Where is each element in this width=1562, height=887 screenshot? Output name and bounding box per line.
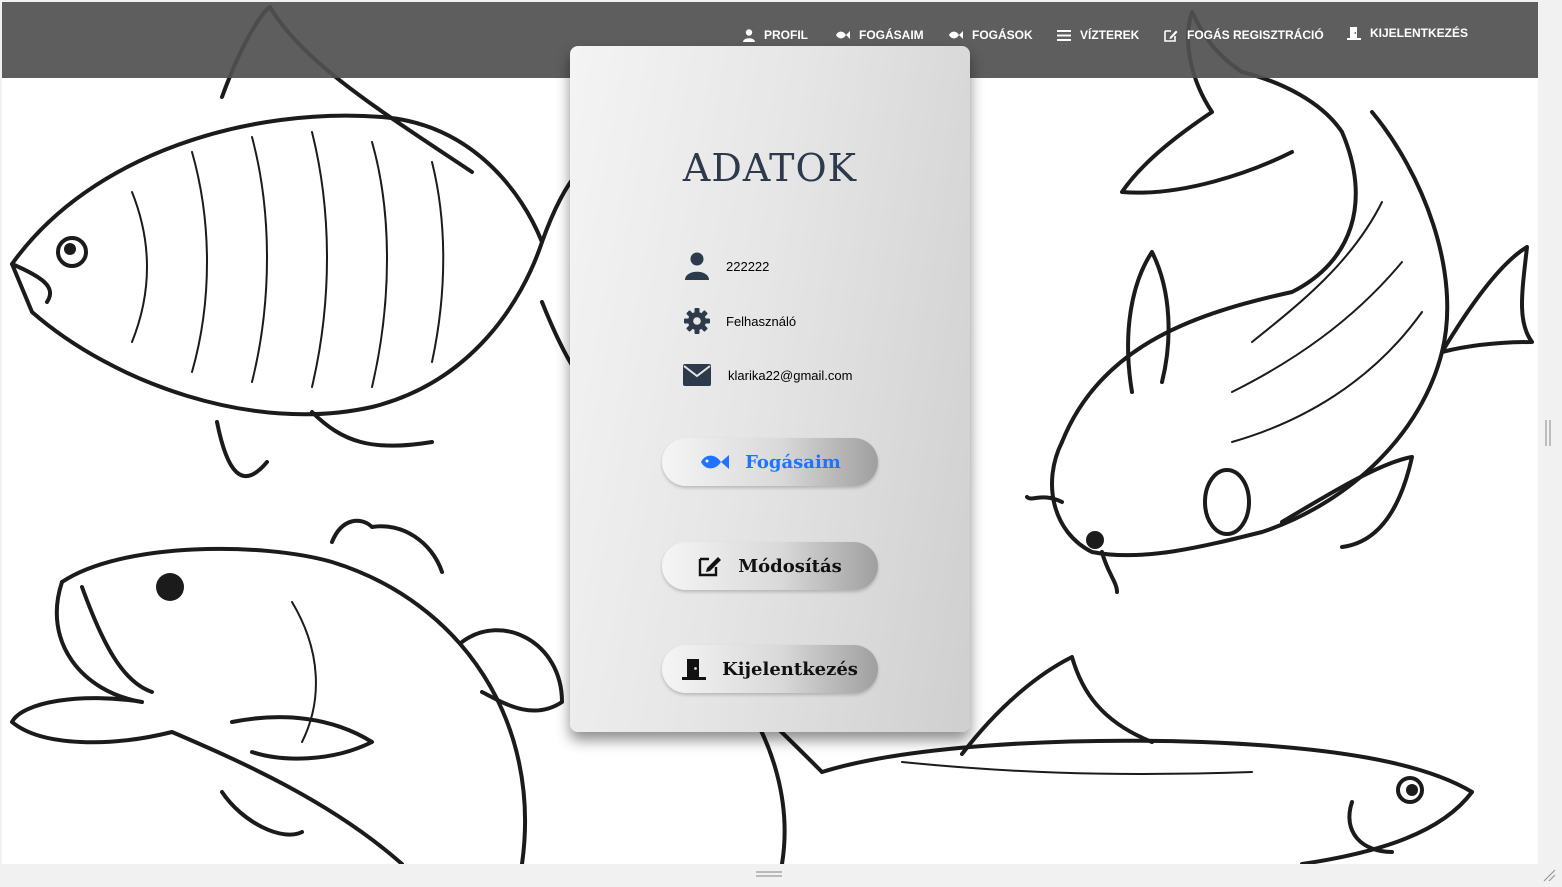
edit-icon <box>1164 29 1178 42</box>
page-viewport: PROFIL FOGÁSAIM FOGÁSOK VÍZTEREK FOGÁS R… <box>2 2 1538 864</box>
card-title: ADATOK <box>682 146 858 190</box>
catches-button[interactable]: Fogásaim <box>662 438 878 486</box>
fish-icon <box>836 31 850 39</box>
fish-icon <box>701 455 730 469</box>
email-value: klarika22@gmail.com <box>728 367 853 383</box>
nav-item-label: KIJELENTKEZÉS <box>1370 26 1469 40</box>
catches-button-label: Fogásaim <box>745 451 841 473</box>
nav-item-fogas-regisztracio[interactable]: FOGÁS REGISZTRÁCIÓ <box>1164 26 1324 44</box>
envelope-icon <box>683 364 711 386</box>
nav-item-fogasaim[interactable]: FOGÁSAIM <box>835 26 924 44</box>
edit-button[interactable]: Módosítás <box>662 542 878 590</box>
nav-item-label: FOGÁSAIM <box>859 28 924 42</box>
role-value: Felhasználó <box>726 313 797 329</box>
nav-item-label: FOGÁSOK <box>972 28 1033 42</box>
gear-icon <box>684 308 710 334</box>
nav-item-label: FOGÁS REGISZTRÁCIÓ <box>1187 28 1324 42</box>
nav-item-vizterek[interactable]: VÍZTEREK <box>1057 26 1139 44</box>
nav-item-fogasok[interactable]: FOGÁSOK <box>948 26 1033 44</box>
fish-drawing-right-koi <box>1025 10 1534 594</box>
edit-icon <box>698 557 722 577</box>
fish-icon <box>949 31 963 39</box>
user-icon <box>743 28 755 42</box>
door-exit-icon <box>1347 27 1361 40</box>
edit-button-label: Módosítás <box>738 555 842 577</box>
nav-item-label: VÍZTEREK <box>1080 28 1140 42</box>
nav-item-label: PROFIL <box>764 28 808 42</box>
username-value: 222222 <box>726 258 770 274</box>
logout-button-label: Kijelentkezés <box>722 658 858 680</box>
fish-drawing-bottomleft <box>10 518 564 864</box>
vertical-resize-grip[interactable] <box>1544 420 1552 446</box>
list-icon <box>1057 29 1071 41</box>
email-row: klarika22@gmail.com <box>680 364 852 386</box>
role-row: Felhasználó <box>680 308 796 334</box>
resize-corner-icon[interactable] <box>1542 868 1556 882</box>
door-exit-icon <box>682 659 707 680</box>
username-row: 222222 <box>680 252 769 280</box>
logout-button[interactable]: Kijelentkezés <box>662 645 878 693</box>
profile-card: ADATOK 222222 Felhasználó klarika22@gmai… <box>570 46 970 732</box>
nav-item-kijelentkezes[interactable]: KIJELENTKEZÉS <box>1347 24 1468 42</box>
horizontal-resize-grip[interactable] <box>756 870 782 878</box>
nav-item-profil[interactable]: PROFIL <box>743 26 808 44</box>
user-icon <box>685 252 709 280</box>
